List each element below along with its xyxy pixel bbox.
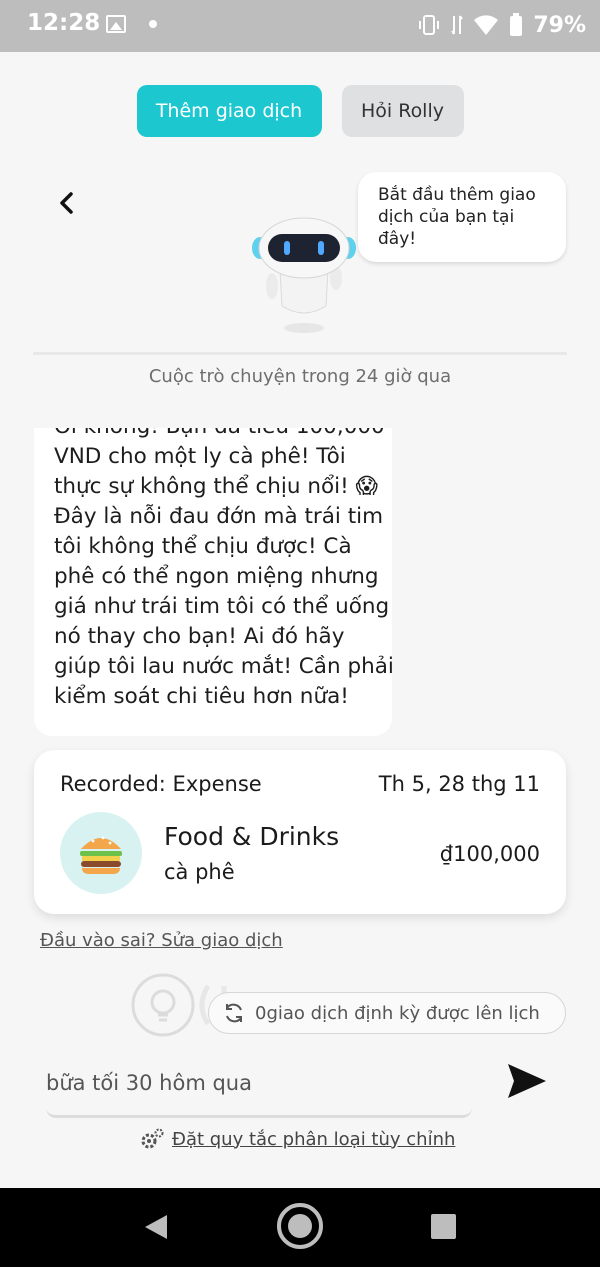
history-label: Cuộc trò chuyện trong 24 giờ qua <box>148 366 452 387</box>
nav-home-icon[interactable] <box>276 1202 324 1250</box>
tab-add-transaction[interactable]: Thêm giao dịch <box>136 85 322 137</box>
transaction-text-input[interactable] <box>46 1058 472 1108</box>
back-chevron-icon[interactable] <box>52 188 82 218</box>
chat-message-bubble: Ôi không! Bạn đã tiêu 100,000 VND cho mộ… <box>34 428 392 736</box>
battery-icon <box>510 13 523 36</box>
gears-icon <box>141 1128 164 1149</box>
mode-tabs: Thêm giao dịch Hỏi Rolly <box>0 85 600 137</box>
status-bar: 12:28 79% <box>0 0 600 52</box>
category-name: Food & Drinks <box>164 822 340 851</box>
header-divider <box>33 352 567 355</box>
tab-ask-rolly[interactable]: Hỏi Rolly <box>341 85 464 137</box>
edit-transaction-link[interactable]: Đầu vào sai? Sửa giao dịch <box>40 930 283 951</box>
custom-rules-link[interactable]: Đặt quy tắc phân loại tùy chỉnh <box>140 1128 455 1150</box>
transaction-date: Th 5, 28 thg 11 <box>378 772 540 796</box>
battery-percent: 79% <box>533 12 586 38</box>
nav-back-icon[interactable] <box>143 1213 169 1241</box>
custom-rules-label: Đặt quy tắc phân loại tùy chỉnh <box>172 1128 456 1150</box>
transaction-input-row <box>46 1058 472 1118</box>
transaction-amount: ₫100,000 <box>439 842 540 866</box>
chat-message-text: Ôi không! Bạn đã tiêu 100,000 VND cho mộ… <box>54 428 392 709</box>
status-time: 12:28 <box>27 10 101 36</box>
image-icon <box>106 15 126 33</box>
nav-recent-apps-icon[interactable] <box>431 1214 456 1239</box>
category-avatar <box>60 812 142 894</box>
transaction-card[interactable]: Recorded: Expense Th 5, 28 thg 11 Food &… <box>34 750 566 914</box>
vibrate-icon <box>419 15 440 35</box>
wifi-icon <box>474 15 499 35</box>
burger-icon <box>80 836 122 874</box>
system-icons: 79% <box>417 10 586 40</box>
recurring-transactions-pill[interactable]: 0giao dịch định kỳ được lên lịch <box>208 992 566 1034</box>
robot-mascot-icon <box>252 217 356 333</box>
refresh-icon <box>226 1003 242 1023</box>
recorded-type: Recorded: Expense <box>60 772 262 796</box>
transaction-note: cà phê <box>164 860 235 884</box>
assistant-speech-bubble: Bắt đầu thêm giao dịch của bạn tại đây! <box>358 172 566 262</box>
send-icon[interactable] <box>506 1062 548 1100</box>
recurring-label: 0giao dịch định kỳ được lên lịch <box>255 1002 540 1024</box>
data-arrows-icon <box>451 15 464 35</box>
dot-icon <box>149 20 157 28</box>
